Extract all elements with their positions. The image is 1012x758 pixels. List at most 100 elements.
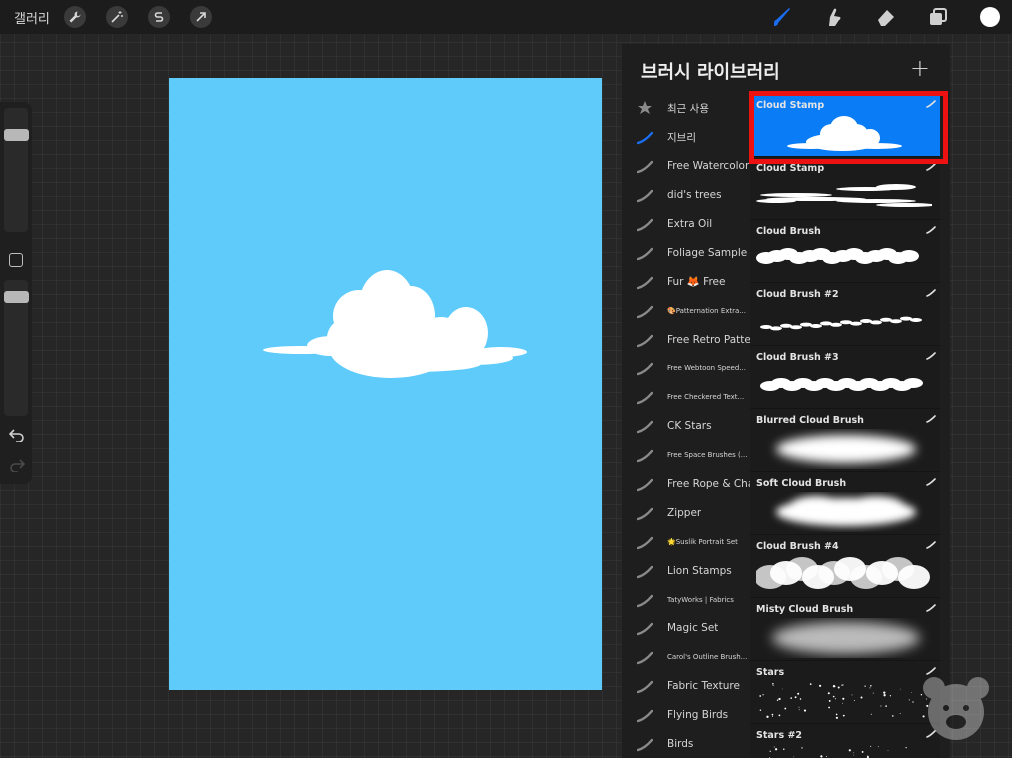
drawing-canvas[interactable] — [169, 78, 602, 690]
brush-name: Cloud Brush #2 — [756, 289, 839, 300]
brush-stroke-icon — [622, 303, 667, 319]
brush-set-label: TatyWorks | Fabrics — [667, 595, 734, 604]
brush-set-label: Free Checkered Text... — [667, 393, 745, 402]
brush-set-item[interactable]: Foliage Sample — [622, 238, 750, 267]
brush-set-item[interactable]: Free Retro Pattern — [622, 325, 750, 354]
brush-set-label: Flying Birds — [667, 709, 729, 722]
brush-set-item[interactable]: Free Webtoon Speed... — [622, 354, 750, 383]
layers-icon[interactable] — [926, 5, 950, 29]
brush-item[interactable]: Cloud Brush #4 — [750, 535, 940, 598]
top-toolbar: 갤러리 — [0, 0, 1012, 34]
brush-set-label: 🎨Patternation Extra... — [667, 306, 746, 315]
brush-set-item[interactable]: Extra Oil — [622, 210, 750, 239]
brush-stroke-icon — [622, 187, 667, 203]
brush-set-item[interactable]: 지브리 — [622, 123, 750, 152]
smudge-finger-icon[interactable] — [822, 5, 846, 29]
brush-stroke-icon — [622, 274, 667, 290]
eraser-icon[interactable] — [874, 5, 898, 29]
brush-item[interactable]: Cloud Stamp — [750, 157, 940, 220]
brush-set-label: Foliage Sample — [667, 246, 748, 259]
brush-name: Blurred Cloud Brush — [756, 415, 864, 426]
undo-icon[interactable] — [9, 428, 25, 442]
brush-set-item[interactable]: Fabric Texture — [622, 672, 750, 701]
redo-icon[interactable] — [9, 458, 25, 472]
brush-stroke-icon — [622, 447, 667, 463]
brush-item[interactable]: Blurred Cloud Brush — [750, 409, 940, 472]
brush-set-item[interactable]: TatyWorks | Fabrics — [622, 585, 750, 614]
opacity-handle[interactable] — [4, 291, 29, 303]
brush-stroke-icon — [622, 216, 667, 232]
painting-tools — [770, 0, 1002, 34]
brush-set-item[interactable]: CK Stars — [622, 412, 750, 441]
brush-name: Soft Cloud Brush — [756, 478, 847, 489]
color-picker-button[interactable] — [978, 5, 1002, 29]
bear-watermark — [923, 677, 989, 740]
brush-item[interactable]: Cloud Brush #2 — [750, 283, 940, 346]
brush-set-label: Lion Stamps — [667, 564, 732, 577]
brush-item[interactable]: Cloud Brush #3 — [750, 346, 940, 409]
add-brush-set-button[interactable]: + — [910, 56, 930, 80]
brush-item[interactable]: Stars — [750, 661, 940, 724]
brush-set-item[interactable]: Carol's Outline Brush... — [622, 643, 750, 672]
brush-set-item[interactable]: Fur 🦊 Free — [622, 267, 750, 296]
adjustments-wand-icon[interactable] — [105, 6, 128, 28]
brush-set-item[interactable]: Flying Birds — [622, 701, 750, 730]
actions-wrench-icon[interactable] — [63, 6, 86, 28]
brush-set-item[interactable]: Magic Set — [622, 614, 750, 643]
brush-item[interactable]: Soft Cloud Brush — [750, 472, 940, 535]
brush-library-title: 브러시 라이브러리 — [641, 62, 780, 83]
brush-set-label: CK Stars — [667, 420, 712, 433]
brush-set-item[interactable]: Free Watercolor — [622, 152, 750, 181]
modify-button[interactable] — [9, 253, 23, 267]
brush-item[interactable]: Stars #2 — [750, 724, 940, 758]
brush-set-item[interactable]: 🌟Suslik Portrait Set — [622, 527, 750, 556]
paint-brush-icon[interactable] — [770, 5, 794, 29]
brush-set-label: Free Webtoon Speed... — [667, 364, 746, 373]
brush-stroke-icon — [622, 707, 667, 723]
brush-set-item[interactable]: Free Space Brushes (... — [622, 441, 750, 470]
brush-stroke-icon — [622, 534, 667, 550]
selection-s-icon[interactable] — [147, 6, 170, 28]
brush-set-item[interactable]: did's trees — [622, 181, 750, 210]
star-icon — [622, 100, 667, 116]
brush-set-label: Zipper — [667, 506, 702, 519]
brush-set-item[interactable]: Birds — [622, 730, 750, 758]
brush-set-item[interactable]: 🎨Patternation Extra... — [622, 296, 750, 325]
brush-set-label: Carol's Outline Brush... — [667, 653, 748, 662]
brush-set-label: did's trees — [667, 189, 722, 202]
brush-set-item[interactable]: Free Rope & Chain — [622, 470, 750, 499]
brush-stroke-icon — [622, 360, 667, 376]
brush-set-item[interactable]: Free Checkered Text... — [622, 383, 750, 412]
brush-set-label: Fabric Texture — [667, 680, 740, 693]
brush-stroke-icon — [622, 129, 667, 145]
brush-set-list: 최근 사용지브리 Free Watercolor did's trees Extra … — [622, 94, 750, 758]
brush-set-label: Magic Set — [667, 622, 719, 635]
brush-set-label: Free Rope & Chain — [667, 478, 750, 491]
brush-set-label: Free Retro Pattern — [667, 333, 750, 346]
brush-item-selected[interactable]: Cloud Stamp — [750, 94, 940, 157]
brush-set-label: Extra Oil — [667, 218, 713, 230]
brush-name: Cloud Stamp — [756, 100, 825, 111]
brush-stroke-icon — [622, 736, 667, 752]
brush-item[interactable]: Misty Cloud Brush — [750, 598, 940, 661]
brush-size-slider[interactable] — [4, 108, 28, 232]
left-sidebar — [0, 102, 32, 484]
brush-set-label: 지브리 — [667, 131, 696, 144]
brush-size-handle[interactable] — [4, 129, 29, 141]
brush-name: Cloud Brush #4 — [756, 541, 839, 552]
brush-stroke-icon — [622, 476, 667, 492]
brush-set-item[interactable]: 최근 사용 — [622, 94, 750, 123]
brush-name: Cloud Brush #3 — [756, 352, 839, 363]
brush-stroke-icon — [622, 389, 667, 405]
brush-set-label: 최근 사용 — [667, 102, 709, 115]
brush-set-item[interactable]: Lion Stamps — [622, 556, 750, 585]
brush-set-label: 🌟Suslik Portrait Set — [667, 537, 738, 546]
brush-stroke-icon — [622, 505, 667, 521]
brush-name: Misty Cloud Brush — [756, 604, 854, 615]
gallery-button[interactable]: 갤러리 — [14, 8, 50, 27]
brush-set-label: Fur 🦊 Free — [667, 276, 726, 289]
transform-arrow-icon[interactable] — [189, 6, 212, 28]
brush-set-item[interactable]: Zipper — [622, 498, 750, 527]
brush-item[interactable]: Cloud Brush — [750, 220, 940, 283]
brush-set-label: Free Watercolor — [667, 160, 750, 173]
